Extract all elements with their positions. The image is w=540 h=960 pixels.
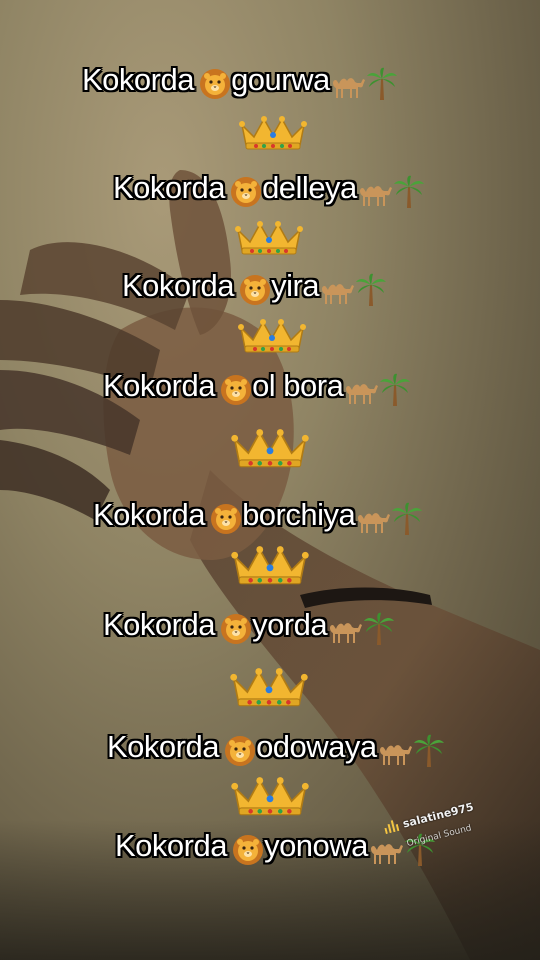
line-suffix: odowaya — [256, 729, 377, 764]
lion-face-icon — [232, 834, 264, 870]
crown-icon — [230, 428, 310, 473]
line-suffix: borchiya — [242, 497, 356, 532]
lion-face-icon — [239, 274, 271, 310]
camel-icon — [355, 504, 391, 538]
camel-icon — [330, 69, 366, 103]
crown-icon — [234, 220, 304, 260]
line-prefix: Kokorda — [122, 268, 234, 303]
crown-icon — [230, 545, 310, 590]
line-prefix: Kokorda — [82, 62, 194, 97]
lyric-line-2: Kokorda delleya — [113, 170, 540, 213]
lyric-line-6: Kokorda yorda — [103, 607, 540, 650]
line-prefix: Kokorda — [103, 368, 215, 403]
line-prefix: Kokorda — [93, 497, 205, 532]
line-suffix: yira — [271, 268, 320, 303]
line-prefix: Kokorda — [115, 828, 227, 863]
lyric-line-1: Kokorda gourwa — [82, 62, 540, 105]
crown-icon — [229, 667, 309, 712]
camel-icon — [343, 375, 379, 409]
lion-face-icon — [199, 68, 231, 104]
camel-icon — [327, 614, 363, 648]
line-suffix: yonowa — [264, 828, 368, 863]
crown-icon — [238, 115, 308, 155]
camel-icon — [357, 177, 393, 211]
line-prefix: Kokorda — [103, 607, 215, 642]
palm-tree-icon — [366, 67, 398, 105]
line-suffix: ol bora — [252, 368, 344, 403]
lion-face-icon — [220, 613, 252, 649]
lion-face-icon — [220, 374, 252, 410]
line-suffix: yorda — [252, 607, 328, 642]
line-prefix: Kokorda — [107, 729, 219, 764]
crown-icon — [237, 318, 307, 358]
lyric-line-4: Kokorda ol bora — [103, 368, 540, 411]
line-prefix: Kokorda — [113, 170, 225, 205]
lyric-line-8: Kokorda yonowa — [115, 828, 540, 871]
lyric-line-7: Kokorda odowaya — [107, 729, 540, 772]
lion-face-icon — [224, 735, 256, 771]
palm-tree-icon — [391, 502, 423, 540]
palm-tree-icon — [379, 373, 411, 411]
palm-tree-icon — [363, 612, 395, 650]
camel-icon — [319, 275, 355, 309]
lyric-line-3: Kokorda yira — [122, 268, 540, 311]
camel-icon — [377, 736, 413, 770]
palm-tree-icon — [393, 175, 425, 213]
line-suffix: gourwa — [231, 62, 330, 97]
lyric-line-5: Kokorda borchiya — [93, 497, 540, 540]
line-suffix: delleya — [262, 170, 357, 205]
palm-tree-icon — [413, 734, 445, 772]
palm-tree-icon — [355, 273, 387, 311]
lion-face-icon — [210, 503, 242, 539]
lion-face-icon — [230, 176, 262, 212]
crown-icon — [230, 776, 310, 821]
sound-bars-icon — [384, 819, 400, 834]
